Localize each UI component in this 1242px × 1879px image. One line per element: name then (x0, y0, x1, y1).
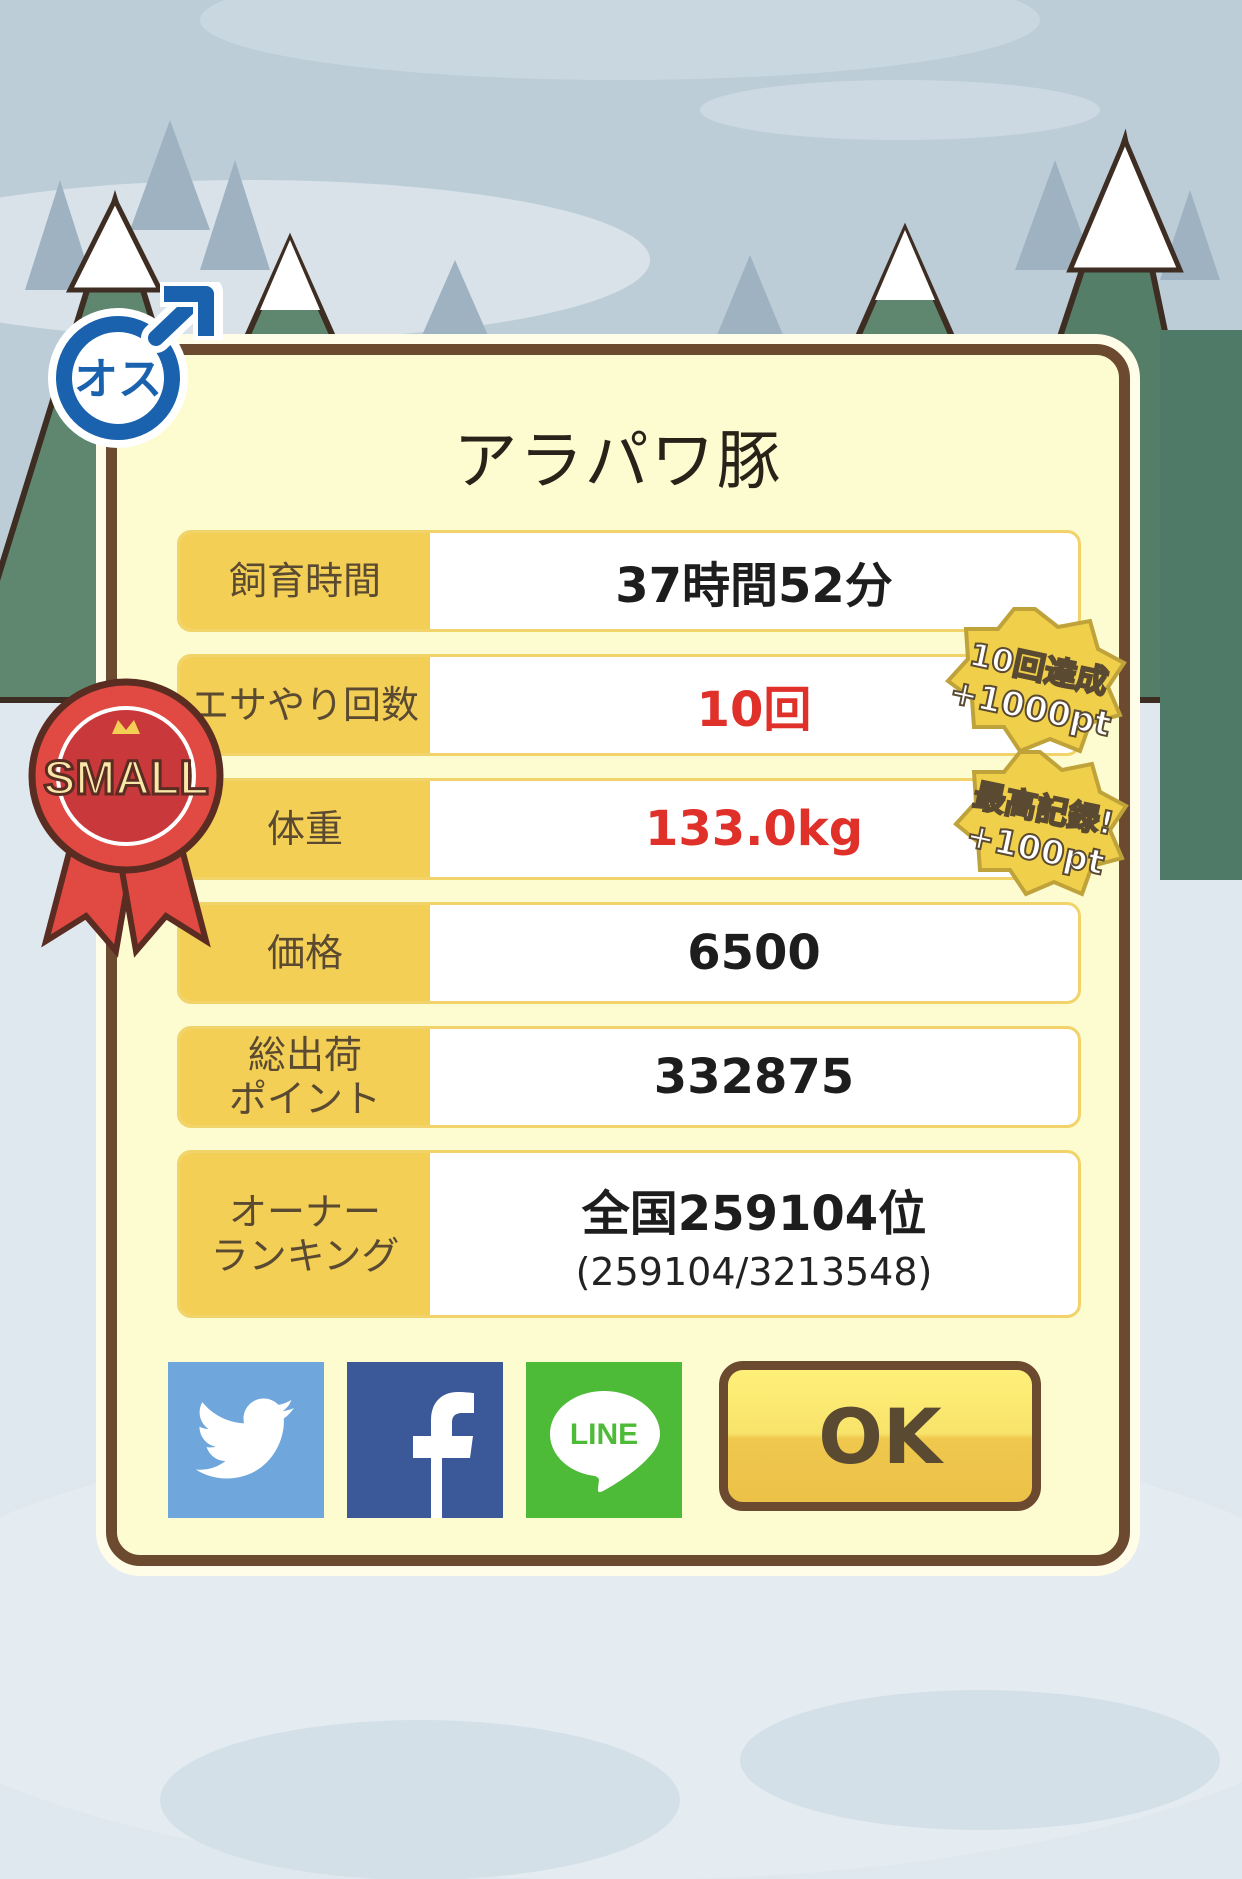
ranking-value: 全国259104位 (259104/3213548) (430, 1153, 1078, 1315)
twitter-share-button[interactable] (168, 1362, 324, 1518)
line-label: LINE (569, 1418, 639, 1451)
facebook-share-button[interactable] (347, 1362, 503, 1518)
stat-row-total-points: 総出荷 ポイント 332875 (177, 1026, 1081, 1128)
male-gender-icon: オス (48, 282, 223, 448)
pig-name-title: アラパワ豚 (453, 425, 783, 499)
stat-label: 飼育時間 (180, 533, 430, 629)
twitter-bird-icon (196, 1398, 294, 1479)
size-ribbon-icon: SMALL (28, 678, 224, 958)
bonus-badge-feeding: 10回達成 +1000pt (940, 605, 1130, 755)
stat-row-owner-ranking: オーナー ランキング 全国259104位 (259104/3213548) (177, 1150, 1081, 1318)
gender-label: オス (74, 354, 162, 405)
stat-value: 6500 (687, 925, 821, 981)
bonus-badge-record: 最高記録! +100pt (950, 748, 1130, 898)
pig-result-panel: アラパワ豚 飼育時間 37時間52分 エサやり回数 10回 体重 133.0kg… (106, 344, 1130, 1566)
stat-value: 332875 (653, 1049, 855, 1105)
stat-label: 総出荷 ポイント (180, 1029, 430, 1125)
facebook-f-icon (413, 1392, 474, 1518)
line-share-button[interactable]: LINE (526, 1362, 682, 1518)
stat-row-weight: 体重 133.0kg (177, 778, 1081, 880)
ranking-detail: (259104/3213548) (575, 1250, 933, 1294)
size-label: SMALL (43, 752, 208, 805)
stat-row-price: 価格 6500 (177, 902, 1081, 1004)
stat-label: オーナー ランキング (180, 1153, 430, 1315)
ranking-rank: 全国259104位 (581, 1186, 927, 1242)
ok-button[interactable]: OK (719, 1361, 1041, 1511)
